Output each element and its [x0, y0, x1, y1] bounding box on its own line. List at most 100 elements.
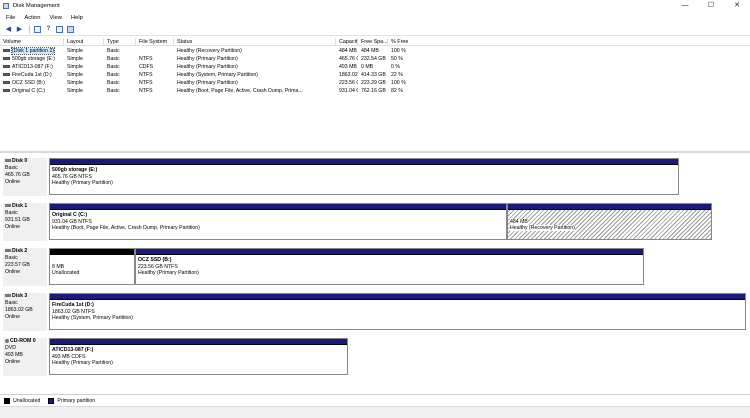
cell-layout: Simple	[64, 55, 104, 63]
cell-free-space: 223.29 GB	[358, 79, 388, 87]
column-percent-free[interactable]: % Free	[388, 38, 418, 46]
disk-size: 1863.02 GB	[5, 307, 33, 313]
legend-label: Primary partition	[57, 397, 96, 404]
cell-file-system: NTFS	[136, 79, 174, 87]
column-file-system[interactable]: File System	[136, 38, 174, 46]
cell-free-space-text: 762.16 GB	[361, 88, 386, 94]
primary-partition-swatch	[48, 397, 55, 404]
disk-row: Disk 1 Basic 931.51 GB Online Original C…	[0, 200, 750, 242]
help-icon[interactable]: ?	[44, 25, 53, 34]
disk-size: 931.51 GB	[5, 217, 30, 223]
disk-type: Basic	[5, 210, 18, 216]
cell-layout-text: Simple	[67, 48, 83, 54]
cell-percent-free: 100 %	[388, 79, 418, 87]
cell-capacity-text: 493 MB	[339, 64, 357, 70]
column-volume[interactable]: Volume	[0, 38, 64, 46]
menu-file[interactable]: File	[6, 15, 15, 21]
cell-volume-text: 500gb storage (E:)	[12, 56, 55, 62]
disk-info[interactable]: Disk 1 Basic 931.51 GB Online	[3, 203, 47, 241]
disk-icon[interactable]	[66, 25, 75, 34]
partition-block-selected[interactable]: 484 MB Healthy (Recovery Partition)	[507, 203, 712, 240]
list-view-icon[interactable]	[33, 25, 42, 34]
cell-layout: Simple	[64, 63, 104, 71]
partition-status: Healthy (Primary Partition)	[138, 270, 199, 276]
menu-bar: File Action View Help	[0, 12, 750, 23]
cell-type-text: Basic	[107, 88, 120, 94]
menu-action[interactable]: Action	[24, 15, 40, 21]
maximize-button[interactable]: ☐	[698, 0, 724, 12]
cell-percent-free-text: 0 %	[391, 64, 400, 70]
column-type[interactable]: Type	[104, 38, 136, 46]
partition-block[interactable]: OCZ SSD (B:) 223.56 GB NTFS Healthy (Pri…	[135, 248, 644, 285]
cell-type: Basic	[104, 63, 136, 71]
cell-file-system-text: CDFS	[139, 64, 154, 70]
status-bar	[0, 406, 750, 418]
volume-icon	[3, 49, 10, 53]
cell-percent-free: 100 %	[388, 47, 418, 55]
cell-free-space-text: 223.29 GB	[361, 80, 386, 86]
cell-free-space-text: 0 MB	[361, 64, 374, 70]
disk-graphical-view: Disk 0 Basic 465.76 GB Online 500gb stor…	[0, 153, 750, 393]
cell-layout-text: Simple	[67, 56, 83, 62]
title-bar: Disk Management — ☐ ✕	[0, 0, 750, 12]
cell-layout: Simple	[64, 87, 104, 95]
column-layout[interactable]: Layout	[64, 38, 104, 46]
table-row[interactable]: (Disk 1 partition 2) Simple Basic Healthy (…	[0, 47, 750, 55]
cell-type: Basic	[104, 55, 136, 63]
disk-info[interactable]: Disk 2 Basic 223.57 GB Online	[3, 248, 47, 286]
disk-name: Disk 2	[12, 248, 28, 254]
cell-status: Healthy (Primary Partition)	[174, 55, 336, 63]
partition-status: Healthy (Primary Partition)	[52, 360, 113, 366]
minimize-button[interactable]: —	[672, 0, 698, 12]
cell-type-text: Basic	[107, 80, 120, 86]
legend-label: Unallocated	[13, 397, 41, 404]
unallocated-block[interactable]: 8 MB Unallocated	[49, 248, 135, 285]
disk-name: Disk 3	[12, 293, 28, 299]
cell-layout: Simple	[64, 79, 104, 87]
window-controls: — ☐ ✕	[672, 0, 750, 12]
menu-view[interactable]: View	[49, 15, 61, 21]
cell-volume-text: Original C (C:)	[12, 88, 46, 94]
disk-info[interactable]: Disk 0 Basic 465.76 GB Online	[3, 158, 47, 196]
partition-detail: 484 MB	[510, 218, 528, 225]
back-arrow-icon[interactable]: ◀	[4, 25, 13, 34]
forward-arrow-icon[interactable]: ▶	[15, 25, 24, 34]
volume-icon	[3, 73, 10, 77]
volume-list: Volume Layout Type File System Status Ca…	[0, 38, 750, 148]
disk-type: Basic	[5, 300, 18, 306]
toolbar: ◀ ▶ ?	[0, 23, 750, 36]
cell-file-system: CDFS	[136, 63, 174, 71]
table-row[interactable]: Original C (C:) Simple Basic NTFS Healthy (B…	[0, 87, 750, 95]
table-row[interactable]: OCZ SSD (B:) Simple Basic NTFS Healthy (Prim…	[0, 79, 750, 87]
column-status[interactable]: Status	[174, 38, 336, 46]
cell-type: Basic	[104, 47, 136, 55]
partition-block[interactable]: 500gb storage (E:) 465.76 GB NTFS Health…	[49, 158, 679, 195]
menu-help[interactable]: Help	[71, 15, 83, 21]
disk-type: Basic	[5, 165, 18, 171]
disk-row: Disk 0 Basic 465.76 GB Online 500gb stor…	[0, 155, 750, 197]
partition-block[interactable]: ATICD13-087 (F:) 493 MB CDFS Healthy (Pr…	[49, 338, 348, 375]
cell-layout-text: Simple	[67, 88, 83, 94]
table-row[interactable]: 500gb storage (E:) Simple Basic NTFS Healthy…	[0, 55, 750, 63]
partition-block[interactable]: Original C (C:) 931.04 GB NTFS Healthy (…	[49, 203, 507, 240]
cell-free-space-text: 414.33 GB	[361, 72, 386, 78]
disk-type: DVD	[5, 345, 16, 351]
properties-icon[interactable]	[55, 25, 64, 34]
column-capacity[interactable]: Capacity	[336, 38, 358, 46]
cell-status: Healthy (Recovery Partition)	[174, 47, 336, 55]
column-free-space[interactable]: Free Spa...	[358, 38, 388, 46]
disk-info[interactable]: Disk 3 Basic 1863.02 GB Online	[3, 293, 47, 331]
cd-rom-icon	[5, 338, 9, 343]
table-row[interactable]: ATICD13-087 (F:) Simple Basic CDFS Healthy (…	[0, 63, 750, 71]
cell-status-text: Healthy (System, Primary Partition)	[177, 72, 259, 78]
disk-row: Disk 3 Basic 1863.02 GB Online FireCuda …	[0, 290, 750, 332]
cell-status: Healthy (Primary Partition)	[174, 79, 336, 87]
legend: Unallocated Primary partition	[0, 394, 750, 406]
partition-block[interactable]: FireCuda 1st (D:) 1863.02 GB NTFS Health…	[49, 293, 746, 330]
cell-type-text: Basic	[107, 64, 120, 70]
cell-file-system: NTFS	[136, 71, 174, 79]
disk-info[interactable]: CD-ROM 0 DVD 493 MB Online	[3, 338, 47, 376]
cell-file-system-text: NTFS	[139, 88, 153, 94]
close-button[interactable]: ✕	[724, 0, 750, 12]
table-row[interactable]: FireCuda 1st (D:) Simple Basic NTFS Healthy …	[0, 71, 750, 79]
